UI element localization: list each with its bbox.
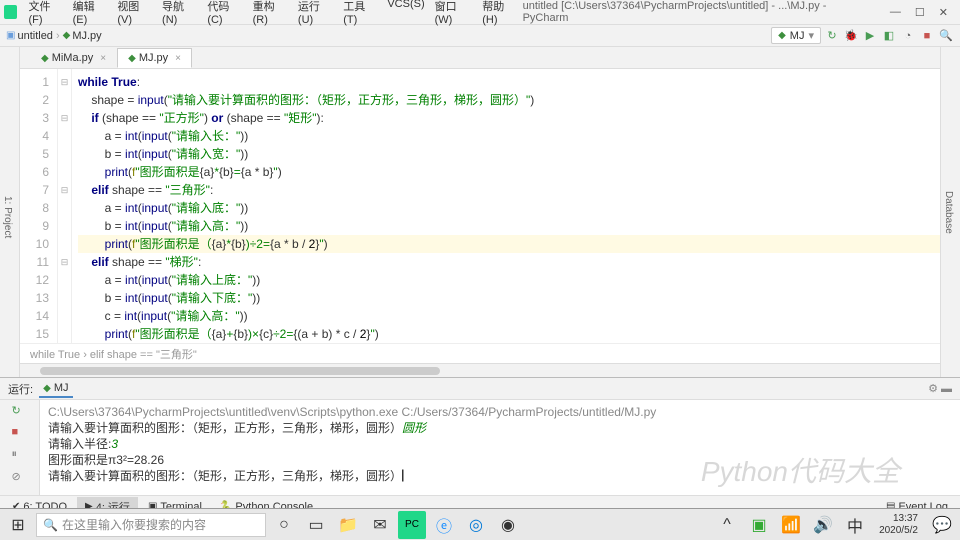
menu-运行[interactable]: 运行(U) — [293, 0, 338, 26]
notification-icon[interactable]: 💬 — [928, 511, 956, 539]
minimize-icon[interactable]: — — [890, 6, 901, 19]
wifi-icon[interactable]: 📶 — [777, 511, 805, 539]
edge-icon[interactable]: ◎ — [462, 511, 490, 539]
gutter-folds: ⊟⊟⊟⊟⊟ — [58, 69, 72, 343]
code-editor[interactable]: while True: shape = input("请输入要计算面积的图形：（… — [72, 69, 940, 343]
explorer-icon[interactable]: 📁 — [334, 511, 362, 539]
breadcrumb-root[interactable]: ▣ untitled — [6, 30, 53, 42]
pause-button[interactable]: ⏸ — [12, 448, 28, 464]
file-tab[interactable]: ◆MJ.py× — [117, 48, 192, 68]
gutter-linenumbers: 12345678910111213141516171819 — [20, 69, 58, 343]
left-tool-stripe: 1: Project I: Structure ★ 2: Favorites — [0, 47, 20, 377]
window-title: untitled [C:\Users\37364\PycharmProjects… — [523, 0, 882, 24]
menu-窗口[interactable]: 窗口(W) — [430, 0, 478, 26]
clock[interactable]: 13:372020/5/2 — [873, 513, 924, 537]
rerun-button[interactable]: ↻ — [12, 404, 28, 420]
mail-icon[interactable]: ✉ — [366, 511, 394, 539]
menu-编辑[interactable]: 编辑(E) — [68, 0, 113, 26]
folder-icon: ▣ — [6, 30, 15, 41]
run-panel-label: 运行: — [8, 381, 33, 397]
chrome-icon[interactable]: ◉ — [494, 511, 522, 539]
close-tab-icon[interactable]: × — [175, 53, 181, 64]
volume-icon[interactable]: 🔊 — [809, 511, 837, 539]
search-icon[interactable]: 🔍 — [938, 28, 954, 44]
file-tab[interactable]: ◆MiMa.py× — [30, 48, 117, 68]
maximize-icon[interactable]: ☐ — [915, 6, 925, 19]
close-icon[interactable]: ✕ — [939, 6, 948, 19]
code-breadcrumb[interactable]: while True › elif shape == "三角形" — [20, 343, 940, 363]
tray-app-icon[interactable]: ▣ — [745, 511, 773, 539]
settings-icon[interactable]: ⚙ ▬ — [928, 382, 952, 395]
horizontal-scrollbar[interactable] — [20, 363, 940, 377]
debug-button[interactable]: 🐞 — [843, 28, 859, 44]
menu-文件[interactable]: 文件(F) — [23, 0, 67, 26]
pycharm-icon[interactable]: PC — [398, 511, 426, 539]
app-icon — [4, 5, 17, 19]
ime-icon[interactable]: 中 — [841, 511, 869, 539]
run-output[interactable]: C:\Users\37364\PycharmProjects\untitled\… — [40, 400, 960, 495]
project-tool-tab[interactable]: 1: Project — [0, 57, 15, 377]
stop-run-button[interactable]: ■ — [12, 426, 28, 442]
editor-area: ◆MiMa.py×◆MJ.py× 12345678910111213141516… — [20, 47, 940, 377]
kill-button[interactable]: ⊘ — [12, 470, 28, 486]
stop-button[interactable]: ■ — [919, 28, 935, 44]
run-toolbar: ↻ ■ ⏸ ⊘ — [0, 400, 40, 495]
dropdown-icon: ▾ — [808, 29, 814, 42]
menu-重构[interactable]: 重构(R) — [248, 0, 293, 26]
titlebar: 文件(F)编辑(E)视图(V)导航(N)代码(C)重构(R)运行(U)工具(T)… — [0, 0, 960, 25]
menu-帮助[interactable]: 帮助(H) — [477, 0, 522, 26]
database-tool-tab[interactable]: Database — [941, 47, 956, 377]
sciview-tool-tab[interactable]: SciView — [956, 47, 960, 377]
windows-taskbar: ⊞ 🔍 在这里输入你要搜索的内容 ○ ▭ 📁 ✉ PC ⓔ ◎ ◉ ^ ▣ 📶 … — [0, 508, 960, 540]
right-tool-stripe: Database SciView — [940, 47, 960, 377]
python-file-icon: ◆ — [63, 30, 71, 41]
file-tabs: ◆MiMa.py×◆MJ.py× — [20, 47, 940, 69]
taskview-icon[interactable]: ▭ — [302, 511, 330, 539]
breadcrumb-file[interactable]: ◆ MJ.py — [63, 30, 102, 42]
start-button[interactable]: ⊞ — [4, 511, 32, 539]
cortana-icon[interactable]: ○ — [270, 511, 298, 539]
run-tests-button[interactable]: ▶ — [862, 28, 878, 44]
close-tab-icon[interactable]: × — [100, 53, 106, 64]
menu-VC[interactable]: VCS(S) — [382, 0, 429, 26]
menu-导航[interactable]: 导航(N) — [157, 0, 202, 26]
python-icon: ◆ — [43, 383, 51, 394]
profile-button[interactable]: ◔ — [900, 28, 916, 44]
menu-代码[interactable]: 代码(C) — [202, 0, 247, 26]
menu-工具[interactable]: 工具(T) — [338, 0, 382, 26]
menu-视图[interactable]: 视图(V) — [112, 0, 157, 26]
run-panel: 运行: ◆ MJ ⚙ ▬ ↻ ■ ⏸ ⊘ C:\Users\37364\Pych… — [0, 377, 960, 495]
run-button[interactable]: ↻ — [824, 28, 840, 44]
python-icon: ◆ — [778, 30, 786, 41]
run-config-selector[interactable]: ◆MJ ▾ — [771, 27, 821, 44]
tray-up-icon[interactable]: ^ — [713, 511, 741, 539]
coverage-button[interactable]: ◧ — [881, 28, 897, 44]
taskbar-search[interactable]: 🔍 在这里输入你要搜索的内容 — [36, 513, 266, 537]
run-tab[interactable]: ◆ MJ — [39, 380, 72, 398]
breadcrumb-bar: ▣ untitled › ◆ MJ.py ◆MJ ▾ ↻ 🐞 ▶ ◧ ◔ ■ 🔍 — [0, 25, 960, 47]
ie-icon[interactable]: ⓔ — [430, 511, 458, 539]
